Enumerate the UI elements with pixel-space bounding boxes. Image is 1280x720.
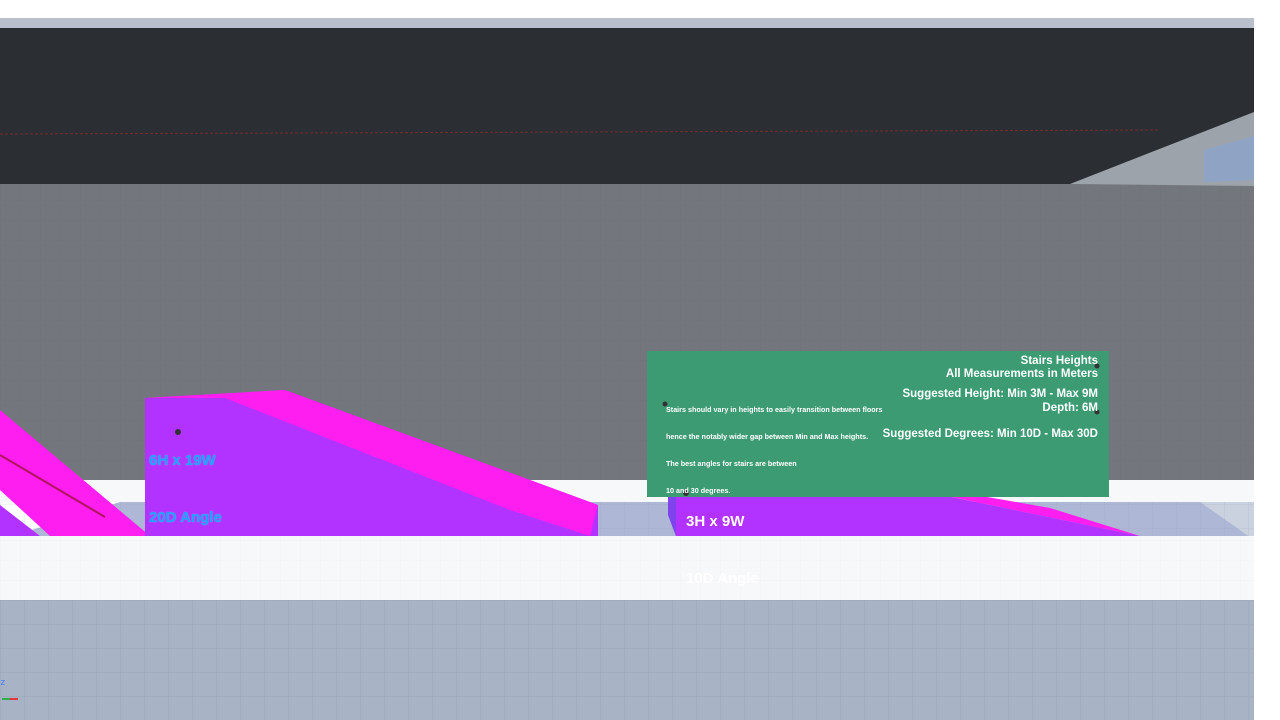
ramp-left-label: 6H x 19W 20D Angle: [149, 413, 222, 565]
ceiling: [0, 28, 1254, 186]
sign-depth: Depth: 6M: [1042, 402, 1098, 414]
ramp-left-size: 6H x 19W: [149, 452, 216, 469]
sign-body-line: 10 and 30 degrees.: [666, 486, 731, 495]
ramp-right-angle: 10D Angle: [686, 570, 759, 587]
top-strip: [0, 0, 1280, 20]
sign-suggested-height: Suggested Height: Min 3M - Max 9M: [902, 388, 1098, 400]
stairs-sign: Stairs Heights All Measurements in Meter…: [647, 351, 1109, 497]
axis-z-label: z: [0, 678, 6, 688]
game-viewport[interactable]: 6H x 19W 20D Angle 3H x 9W 10D Angle Sta…: [0, 0, 1280, 720]
sign-body-line: hence the notably wider gap between Min …: [666, 432, 869, 441]
sign-title: Stairs Heights All Measurements in Meter…: [946, 355, 1098, 381]
sign-title-line1: Stairs Heights: [1020, 355, 1098, 367]
axis-gizmo: z: [0, 678, 5, 688]
ramp-left-angle: 20D Angle: [149, 509, 222, 526]
sign-suggested-degrees: Suggested Degrees: Min 10D - Max 30D: [882, 428, 1098, 440]
sign-title-line2: All Measurements in Meters: [945, 368, 1098, 380]
right-margin: [1254, 0, 1280, 720]
sign-description: Stairs should vary in heights to easily …: [666, 387, 882, 513]
sign-body-line: The best angles for stairs are between: [666, 459, 797, 468]
ramp-right-size: 3H x 9W: [686, 513, 745, 530]
sign-body-line: Stairs should vary in heights to easily …: [666, 405, 883, 414]
